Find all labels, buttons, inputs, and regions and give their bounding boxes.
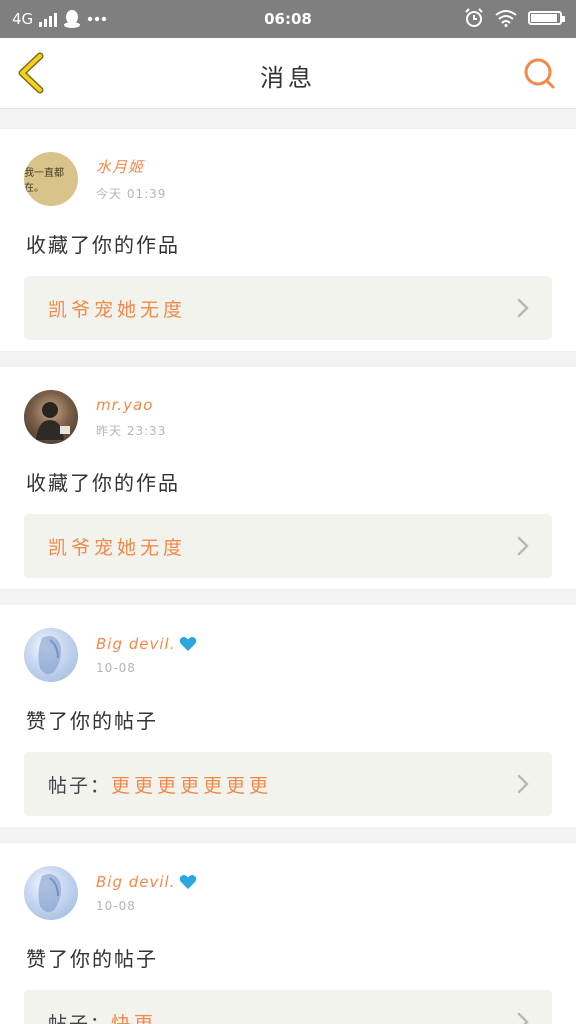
target-link[interactable]: 凯爷宠她无度 [24, 514, 552, 578]
chevron-right-icon [517, 298, 529, 318]
timestamp: 10-08 [96, 899, 136, 913]
wifi-icon [495, 10, 517, 27]
user-row: mr.yao 昨天 23:33 [24, 389, 552, 445]
username-text: Big devil. [96, 635, 176, 653]
target-link[interactable]: 凯爷宠她无度 [24, 276, 552, 340]
status-bar: 4G 06:08 [0, 0, 576, 38]
username[interactable]: 水月姬 [96, 156, 166, 177]
page-title: 消息 [260, 64, 316, 92]
battery-icon [528, 11, 565, 25]
username-text: 水月姬 [96, 158, 145, 176]
target-prefix: 帖子： [48, 1012, 112, 1024]
heart-icon [180, 875, 197, 889]
username[interactable]: Big devil. [96, 635, 197, 653]
avatar[interactable] [24, 390, 78, 444]
target-name: 凯爷宠她无度 [48, 298, 187, 321]
avatar[interactable] [24, 866, 78, 920]
chevron-right-icon [517, 774, 529, 794]
username[interactable]: Big devil. [96, 873, 197, 891]
message-card[interactable]: mr.yao 昨天 23:33 收藏了你的作品 凯爷宠她无度 [0, 367, 576, 589]
user-row: Big devil. 10-08 [24, 627, 552, 683]
chevron-right-icon [517, 1012, 529, 1024]
target-name: 更更更更更更更 [111, 774, 273, 797]
message-card[interactable]: Big devil. 10-08 赞了你的帖子 帖子： 快更 [0, 843, 576, 1024]
timestamp: 昨天 23:33 [96, 423, 167, 438]
target-link[interactable]: 帖子： 更更更更更更更 [24, 752, 552, 816]
avatar-figure-icon [38, 636, 62, 675]
message-card[interactable]: Big devil. 10-08 赞了你的帖子 帖子： 更更更更更更更 [0, 605, 576, 827]
alarm-icon [465, 8, 483, 27]
action-text: 收藏了你的作品 [26, 233, 180, 257]
action-text: 赞了你的帖子 [26, 709, 158, 733]
status-right [464, 8, 565, 28]
username-text: Big devil. [96, 873, 176, 891]
action-text: 收藏了你的作品 [26, 471, 180, 495]
username[interactable]: mr.yao [96, 396, 166, 414]
target-link[interactable]: 帖子： 快更 [24, 990, 552, 1024]
chevron-right-icon [517, 536, 529, 556]
timestamp: 10-08 [96, 661, 136, 675]
avatar-text: 我一直都在。 [24, 168, 64, 194]
avatar[interactable]: 我一直都在。 [24, 152, 78, 206]
message-card[interactable]: 我一直都在。 水月姬 今天 01:39 收藏了你的作品 凯爷宠她无度 [0, 129, 576, 351]
heart-icon [180, 637, 197, 651]
target-name: 快更 [111, 1012, 158, 1024]
target-prefix: 帖子： [48, 774, 112, 797]
message-list: 我一直都在。 水月姬 今天 01:39 收藏了你的作品 凯爷宠她无度 mr.ya… [0, 109, 576, 1024]
user-meta: Big devil. 10-08 [96, 635, 197, 675]
user-row: Big devil. 10-08 [24, 865, 552, 921]
username-text: mr.yao [96, 395, 154, 414]
target-name: 凯爷宠她无度 [48, 536, 187, 559]
search-icon[interactable] [522, 56, 556, 90]
timestamp: 今天 01:39 [96, 187, 167, 201]
avatar-figure-icon [38, 874, 62, 913]
action-text: 赞了你的帖子 [26, 947, 158, 971]
nav-header: 消息 [0, 38, 576, 109]
avatar-person-icon [36, 402, 70, 440]
user-row: 我一直都在。 水月姬 今天 01:39 [24, 151, 552, 207]
avatar[interactable] [24, 628, 78, 682]
user-meta: Big devil. 10-08 [96, 873, 197, 913]
user-meta: mr.yao 昨天 23:33 [96, 396, 166, 439]
user-meta: 水月姬 今天 01:39 [96, 156, 166, 202]
